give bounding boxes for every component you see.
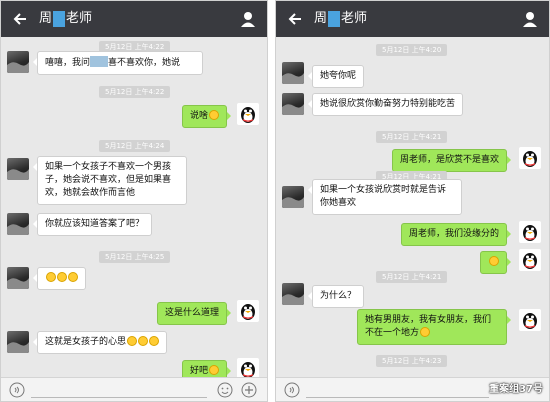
- timestamp: 5月12日 上午4:21: [376, 271, 448, 283]
- message-bubble-outgoing: 周老师，我们没缘分的: [400, 223, 512, 246]
- avatar[interactable]: [7, 213, 29, 235]
- message-bubble-incoming: [33, 267, 86, 290]
- avatar[interactable]: [7, 158, 29, 180]
- message-bubble-incoming: 这就是女孩子的心思: [32, 331, 168, 354]
- smiley-emoji-icon: [209, 365, 219, 375]
- smiley-emoji-icon: [489, 256, 499, 266]
- qq-penguin-icon[interactable]: [519, 309, 541, 331]
- title-suffix: 老师: [66, 11, 93, 26]
- timestamp: 5月12日 上午4:22: [99, 86, 171, 98]
- avatar[interactable]: [7, 267, 29, 289]
- title-bar: 周 老师: [276, 1, 549, 37]
- title-bar: 周 老师: [1, 1, 267, 37]
- message-bubble-outgoing: 周老师，是欣赏不是喜欢: [391, 149, 512, 172]
- chat-title: 周 老师: [314, 9, 367, 29]
- input-bar: [1, 377, 267, 401]
- chat-screen-left: 周 老师 5月12日 上午4:22 嘻嘻，我问 喜不喜欢你，她说 5月12日 上午…: [0, 0, 268, 402]
- message-text: 说啥: [189, 111, 208, 121]
- qq-penguin-icon[interactable]: [519, 249, 541, 271]
- avatar[interactable]: [7, 51, 29, 73]
- message-text: 她夸你呢: [320, 71, 357, 81]
- message-text: 周老师，我们没缘分的: [408, 229, 499, 239]
- contact-icon[interactable]: [239, 10, 257, 28]
- message-text: 好吧: [189, 366, 208, 376]
- message-bubble-incoming: 她夸你呢: [307, 65, 365, 88]
- message-bubble-incoming: 她说很欣赏你勤奋努力特别能吃苦: [307, 93, 464, 116]
- back-arrow-icon[interactable]: [286, 9, 306, 29]
- contact-icon[interactable]: [521, 10, 539, 28]
- avatar[interactable]: [282, 93, 304, 115]
- smiley-emoji-icon: [57, 272, 67, 282]
- voice-icon[interactable]: [9, 382, 25, 398]
- message-bubble-incoming: 嘻嘻，我问 喜不喜欢你，她说: [33, 51, 203, 75]
- avatar[interactable]: [282, 283, 304, 305]
- timestamp: 5月12日 上午4:25: [99, 251, 171, 263]
- smiley-emoji-icon: [127, 336, 138, 346]
- timestamp: 5月12日 上午4:23: [376, 355, 448, 367]
- message-text: 如果一个女孩说欣赏时就是告诉你她喜欢: [320, 185, 447, 208]
- message-text: 为什么？: [320, 291, 357, 301]
- smiley-emoji-icon: [420, 327, 431, 337]
- message-bubble-outgoing: 她有男朋友，我有女朋友，我们不在一个地方: [357, 309, 511, 345]
- redacted-name: [53, 11, 66, 27]
- message-input[interactable]: [31, 382, 207, 398]
- chat-title: 周 老师: [39, 9, 92, 29]
- plus-icon[interactable]: [241, 382, 257, 398]
- message-bubble-outgoing: 说啥: [181, 105, 232, 128]
- timestamp: 5月12日 上午4:20: [376, 44, 448, 56]
- voice-icon[interactable]: [284, 382, 300, 398]
- message-bubble-incoming: 你就应该知道答案了吧？: [32, 213, 153, 236]
- qq-penguin-icon[interactable]: [519, 147, 541, 169]
- watermark: 重案组37号: [489, 380, 543, 395]
- qq-penguin-icon[interactable]: [237, 103, 259, 125]
- message-bubble-incoming: 为什么？: [307, 285, 365, 308]
- smiley-emoji-icon: [209, 110, 219, 120]
- message-bubble-incoming: 如果一个女孩说欣赏时就是告诉你她喜欢: [308, 179, 462, 215]
- message-text: 这是什么道理: [164, 308, 219, 318]
- message-bubble-incoming: 如果一个女孩子不喜欢一个男孩子，她会说不喜欢，但是如果喜欢，她就会故作而言他: [33, 156, 187, 205]
- message-text: 你就应该知道答案了吧？: [45, 219, 145, 229]
- qq-penguin-icon[interactable]: [519, 221, 541, 243]
- redacted-name: [328, 11, 341, 27]
- avatar[interactable]: [282, 186, 304, 208]
- smiley-emoji-icon: [68, 272, 78, 282]
- title-prefix: 周: [39, 11, 53, 26]
- avatar[interactable]: [282, 62, 304, 84]
- timestamp: 5月12日 上午4:21: [376, 131, 448, 143]
- smiley-emoji-icon: [46, 272, 56, 282]
- message-text: 这就是女孩子的心思: [45, 337, 127, 347]
- message-text: 嘻嘻，我问: [45, 58, 91, 68]
- back-arrow-icon[interactable]: [11, 9, 31, 29]
- message-text: 她说很欣赏你勤奋努力特别能吃苦: [320, 99, 456, 109]
- avatar[interactable]: [7, 331, 29, 353]
- timestamp: 5月12日 上午4:24: [99, 140, 171, 152]
- qq-penguin-icon[interactable]: [237, 300, 259, 322]
- title-prefix: 周: [314, 11, 328, 26]
- chat-screen-right: 周 老师 5月12日 上午4:20 她夸你呢 她说很欣赏你勤奋努力特别能吃苦 5…: [275, 0, 550, 402]
- message-bubble-outgoing: 这是什么道理: [156, 302, 232, 325]
- message-text: 如果一个女孩子不喜欢一个男孩子，她会说不喜欢，但是如果喜欢，她就会故作而言他: [45, 162, 172, 198]
- message-text: 喜不喜欢你，她说: [108, 58, 181, 68]
- smiley-emoji-icon: [138, 336, 149, 346]
- message-text: 周老师，是欣赏不是喜欢: [399, 155, 499, 165]
- watermark-text: 重案组37号: [489, 384, 543, 395]
- smiley-emoji-icon: [149, 336, 160, 346]
- message-bubble-outgoing: [480, 251, 511, 274]
- title-suffix: 老师: [341, 11, 368, 26]
- emoji-icon[interactable]: [217, 382, 233, 398]
- redacted-name: [90, 56, 109, 67]
- message-input[interactable]: [306, 382, 489, 398]
